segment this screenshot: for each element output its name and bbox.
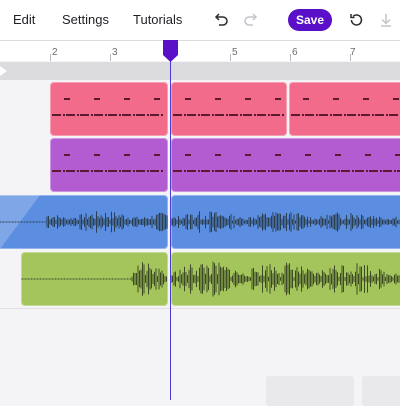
ruler-tick [290,54,291,61]
save-button[interactable]: Save [288,9,332,31]
undo-icon[interactable] [211,10,231,30]
ruler-tick [230,54,231,61]
audio-waveform [171,211,400,233]
redo-icon[interactable] [241,10,261,30]
media-thumbnail[interactable] [362,376,400,406]
blue-audio-clip[interactable] [171,195,400,249]
loop-start-icon[interactable] [0,66,7,76]
ruler-label: 5 [232,47,238,58]
playhead-line [170,52,171,400]
pink-pattern-clip[interactable] [171,82,287,136]
menu-tutorials[interactable]: Tutorials [133,12,182,27]
menu-settings[interactable]: Settings [62,12,109,27]
green-audio-clip[interactable] [171,252,400,306]
track-lane [0,251,400,309]
audio-waveform [171,261,400,297]
loop-region-bar[interactable] [0,62,400,80]
download-icon[interactable] [376,10,396,30]
ruler-tick [50,54,51,61]
purple-pattern-clip[interactable] [50,138,168,192]
green-audio-clip[interactable] [21,252,168,306]
top-toolbar: Edit Settings Tutorials Save [0,0,400,41]
track-lane [0,80,400,138]
purple-pattern-clip[interactable] [171,138,400,192]
menu-edit[interactable]: Edit [13,12,35,27]
pattern-notes [52,154,163,172]
track-lane [0,137,400,195]
ruler-label: 2 [52,47,58,58]
audio-waveform [21,262,167,296]
pink-pattern-clip[interactable] [50,82,168,136]
timeline-ruler[interactable]: 2 3 5 6 7 [0,41,400,61]
blue-audio-clip[interactable] [0,195,168,249]
ruler-label: 3 [112,47,118,58]
ruler-label: 7 [350,47,356,58]
pattern-notes [173,98,284,116]
history-icon[interactable] [346,10,366,30]
pattern-notes [52,98,163,116]
playhead-handle[interactable] [163,40,178,67]
pink-pattern-clip[interactable] [289,82,400,136]
ruler-tick [110,54,111,61]
pattern-notes [291,98,399,116]
ruler-label: 6 [292,47,298,58]
audio-waveform [0,195,168,249]
pattern-notes [173,154,400,172]
track-lane [0,194,400,252]
media-thumbnail[interactable] [266,376,354,406]
